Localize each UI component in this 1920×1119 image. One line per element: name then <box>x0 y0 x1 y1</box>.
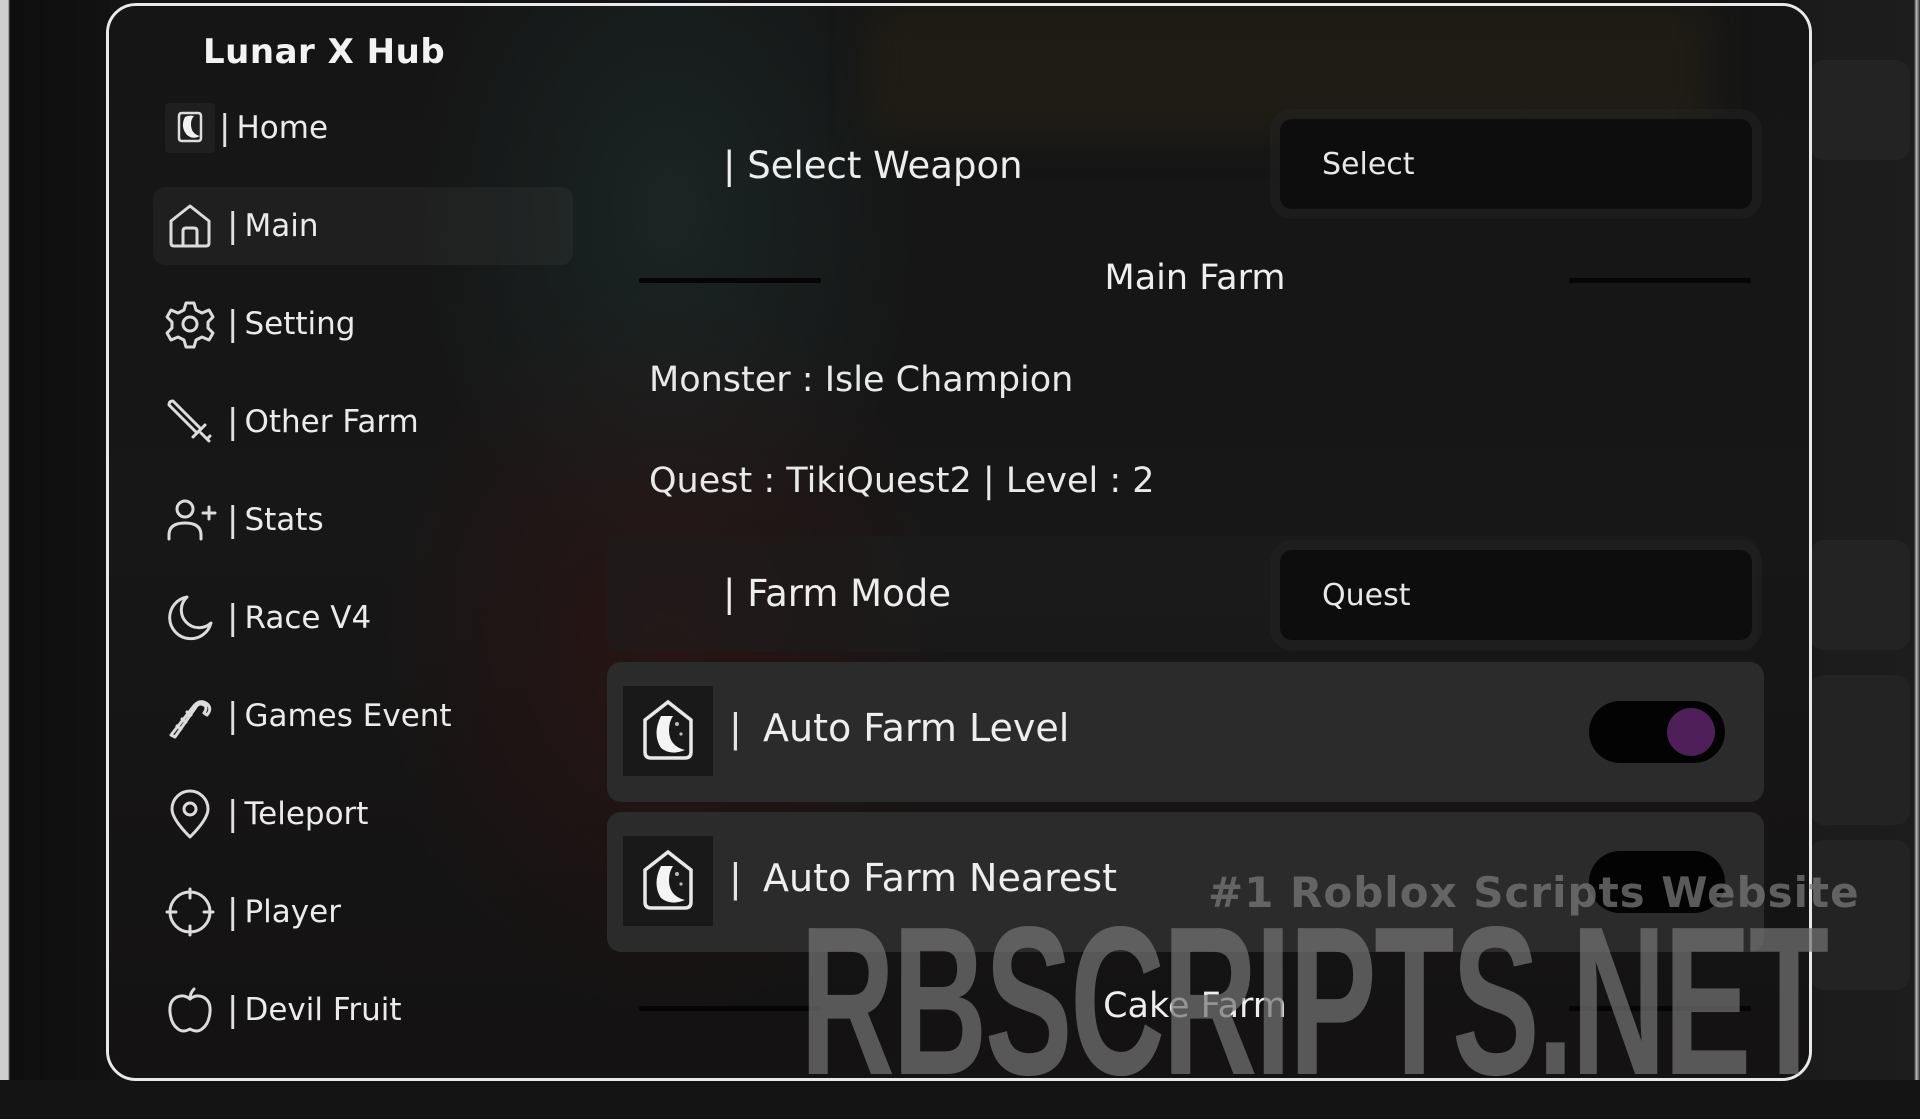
lunar-logo-icon <box>623 836 713 926</box>
sidebar-item-home[interactable]: | Home <box>153 89 573 167</box>
sidebar-item-games-event[interactable]: | Games Event <box>153 677 573 755</box>
sidebar-item-label: Main <box>244 208 319 244</box>
sidebar-item-label: Teleport <box>244 796 369 832</box>
backdrop-ghost-card <box>1810 675 1910 825</box>
crosshair-icon <box>161 883 219 941</box>
sidebar-item-label: Games Event <box>244 698 452 734</box>
moon-icon <box>161 589 219 647</box>
sidebar-separator: | <box>227 696 239 736</box>
toggle-separator: | <box>729 706 742 750</box>
farm-mode-dropdown[interactable]: Quest <box>1280 550 1752 640</box>
sidebar-separator: | <box>219 108 231 148</box>
sidebar-separator: | <box>227 598 239 638</box>
lunar-logo-icon <box>165 103 215 153</box>
house-icon <box>161 197 219 255</box>
select-weapon-value: Select <box>1322 146 1415 182</box>
sidebar-item-label: Other Farm <box>244 404 419 440</box>
sidebar-separator: | <box>227 304 239 344</box>
backdrop-left-strip <box>0 0 110 1080</box>
sidebar-item-devil-fruit[interactable]: | Devil Fruit <box>153 971 573 1049</box>
toggle-knob <box>1667 708 1715 756</box>
sidebar-item-main[interactable]: | Main <box>153 187 573 265</box>
select-weapon-label: | Select Weapon <box>723 144 1023 187</box>
sidebar-separator: | <box>227 794 239 834</box>
sidebar-separator: | <box>227 990 239 1030</box>
sidebar-separator: | <box>227 206 239 246</box>
toggle-label: Auto Farm Level <box>763 706 1070 750</box>
farm-mode-value: Quest <box>1322 577 1411 613</box>
toggle-separator: | <box>729 856 742 900</box>
auto-farm-level-card: | Auto Farm Level <box>607 662 1764 802</box>
auto-farm-level-toggle[interactable] <box>1589 701 1725 763</box>
watermark-site: RBSCRIPTS.NET <box>800 882 1829 1119</box>
section-header-main-farm: Main Farm <box>639 258 1751 308</box>
sidebar-item-label: Home <box>236 110 329 146</box>
map-pin-icon <box>161 785 219 843</box>
user-plus-icon <box>161 491 219 549</box>
backdrop-ghost-card <box>1810 540 1910 650</box>
sidebar-item-label: Devil Fruit <box>244 992 402 1028</box>
sidebar-item-label: Stats <box>244 502 324 538</box>
backdrop-ghost-card <box>1810 60 1910 160</box>
select-weapon-dropdown[interactable]: Select <box>1280 119 1752 209</box>
monster-info: Monster : Isle Champion <box>649 360 1074 400</box>
sidebar-separator: | <box>227 402 239 442</box>
sidebar-item-label: Race V4 <box>244 600 372 636</box>
divider-line <box>1569 278 1751 283</box>
sidebar-item-player[interactable]: | Player <box>153 873 573 951</box>
apple-icon <box>161 981 219 1039</box>
sidebar-item-stats[interactable]: | Stats <box>153 481 573 559</box>
sidebar-item-other-farm[interactable]: | Other Farm <box>153 383 573 461</box>
lunar-logo-icon <box>623 686 713 776</box>
sidebar-item-label: Setting <box>244 306 356 342</box>
quest-info: Quest : TikiQuest2 | Level : 2 <box>649 461 1155 501</box>
gear-icon <box>161 295 219 353</box>
candy-cane-icon <box>161 687 219 745</box>
sidebar-item-label: Player <box>244 894 341 930</box>
sidebar-separator: | <box>227 892 239 932</box>
sidebar: | Home | Main | Setting | Other Farm | S… <box>109 6 629 1078</box>
sidebar-item-race-v4[interactable]: | Race V4 <box>153 579 573 657</box>
sidebar-separator: | <box>227 500 239 540</box>
sidebar-item-teleport[interactable]: | Teleport <box>153 775 573 853</box>
sword-icon <box>161 393 219 451</box>
farm-mode-label: | Farm Mode <box>723 572 951 615</box>
sidebar-item-setting[interactable]: | Setting <box>153 285 573 363</box>
